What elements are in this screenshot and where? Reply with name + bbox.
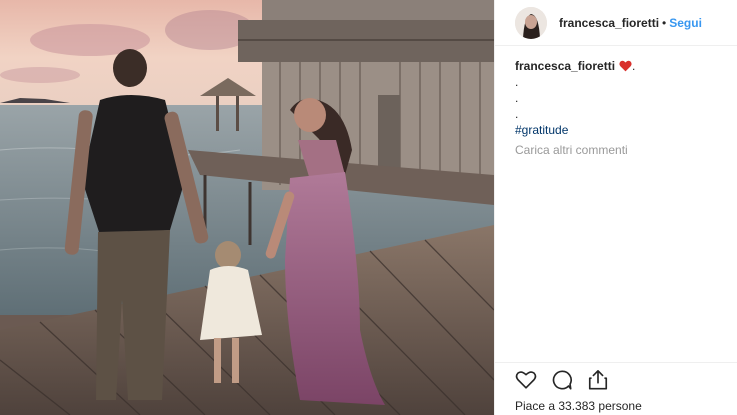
beach-family-photo bbox=[0, 0, 494, 415]
comments-section: francesca_fioretti . . . . #gratitude Ca… bbox=[515, 58, 725, 158]
author-username[interactable]: francesca_fioretti bbox=[559, 16, 659, 30]
heart-icon bbox=[619, 60, 632, 72]
caption: francesca_fioretti . bbox=[515, 58, 725, 74]
caption-username[interactable]: francesca_fioretti bbox=[515, 58, 615, 74]
comment-button[interactable] bbox=[551, 369, 573, 391]
caption-line: . bbox=[515, 75, 519, 89]
instagram-post: francesca_fioretti • Segui francesca_fio… bbox=[0, 0, 737, 415]
action-icons bbox=[515, 369, 609, 391]
caption-line: . bbox=[515, 107, 519, 121]
profile-avatar-icon bbox=[515, 6, 547, 39]
post-photo[interactable] bbox=[0, 0, 494, 415]
separator-dot: • bbox=[662, 15, 667, 30]
post-side-panel: francesca_fioretti • Segui francesca_fio… bbox=[494, 0, 737, 415]
comment-icon bbox=[552, 370, 572, 390]
hashtag-link[interactable]: #gratitude bbox=[515, 122, 725, 138]
heart-outline-icon bbox=[515, 371, 537, 389]
caption-trailing: . bbox=[632, 59, 636, 73]
share-icon bbox=[588, 370, 608, 390]
load-more-comments-button[interactable]: Carica altri commenti bbox=[515, 142, 725, 158]
post-header: francesca_fioretti • Segui bbox=[495, 0, 737, 46]
follow-button[interactable]: Segui bbox=[669, 16, 702, 30]
likes-count[interactable]: Piace a 33.383 persone bbox=[515, 399, 642, 413]
share-button[interactable] bbox=[587, 369, 609, 391]
like-button[interactable] bbox=[515, 369, 537, 391]
post-actions: Piace a 33.383 persone bbox=[495, 362, 737, 415]
caption-line: . bbox=[515, 91, 519, 105]
avatar[interactable] bbox=[515, 6, 547, 39]
